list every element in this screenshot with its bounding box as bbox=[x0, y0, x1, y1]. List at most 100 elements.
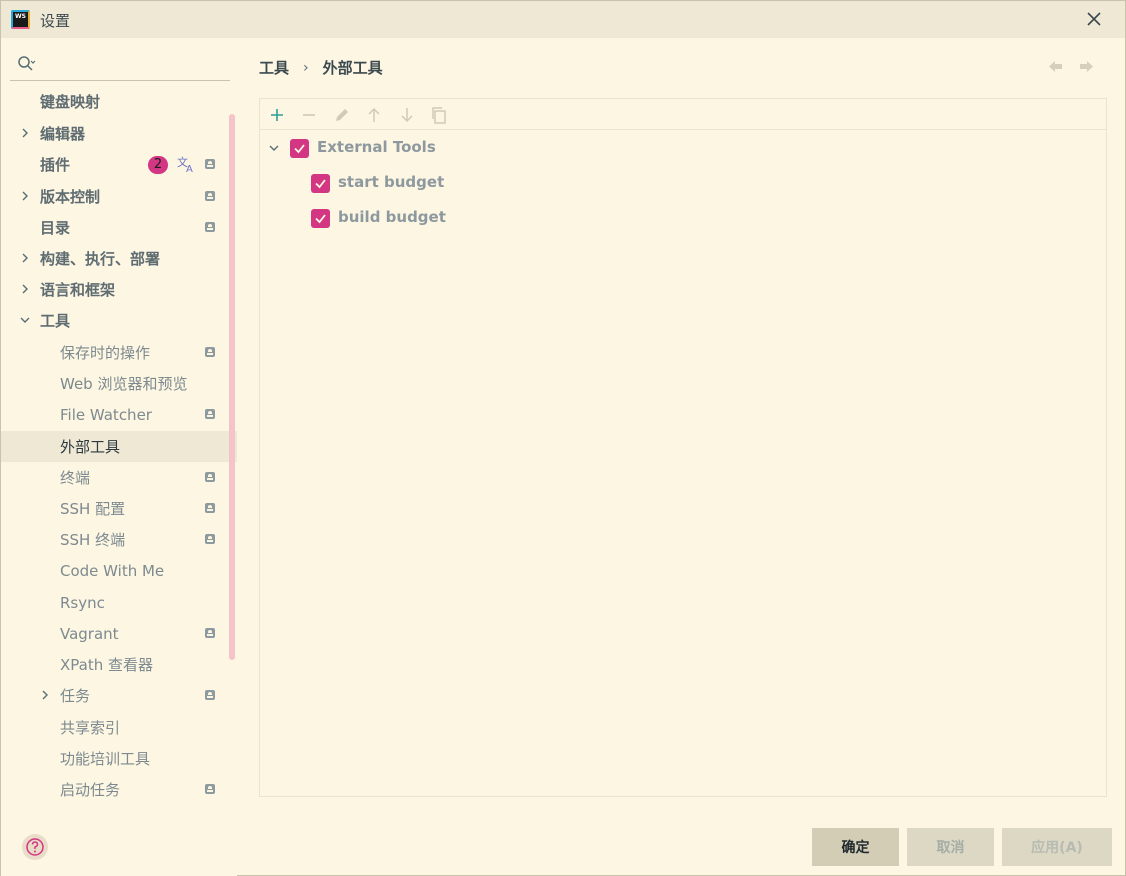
copy-button[interactable] bbox=[429, 105, 449, 125]
sidebar-item-label: Rsync bbox=[60, 593, 105, 612]
project-scope-icon bbox=[205, 690, 215, 700]
sidebar-item-external-tools[interactable]: 外部工具 bbox=[1, 431, 237, 462]
cancel-button[interactable]: 取消 bbox=[907, 828, 994, 866]
chevron-right-icon[interactable] bbox=[19, 190, 31, 202]
settings-window: WS 设置 键盘映射 编辑器 插件 2 文 A 版本控制 目录 构建、执行、部署… bbox=[0, 0, 1126, 876]
tree-item-label: build budget bbox=[338, 208, 446, 226]
sidebar-item-languages-frameworks[interactable]: 语言和框架 bbox=[1, 274, 229, 305]
chevron-right-icon[interactable] bbox=[39, 689, 51, 701]
tree-item-label: start budget bbox=[338, 173, 445, 191]
project-scope-icon bbox=[205, 503, 215, 513]
project-scope-icon bbox=[205, 159, 215, 169]
sidebar-item-label: 终端 bbox=[60, 469, 91, 487]
help-button[interactable] bbox=[22, 834, 48, 860]
edit-button[interactable] bbox=[332, 105, 352, 125]
project-scope-icon bbox=[205, 784, 215, 794]
sidebar-item-file-watchers[interactable]: File Watcher bbox=[1, 399, 229, 430]
sidebar-item-label: XPath 查看器 bbox=[60, 656, 153, 674]
sidebar-item-label: SSH 配置 bbox=[60, 500, 126, 518]
tree-row-build-budget[interactable]: build budget bbox=[260, 204, 1106, 232]
sidebar-item-label: 启动任务 bbox=[60, 781, 121, 799]
arrow-down-icon bbox=[401, 108, 413, 123]
sidebar-item-web-browsers[interactable]: Web 浏览器和预览 bbox=[1, 368, 229, 399]
sidebar-item-label: 编辑器 bbox=[40, 125, 86, 143]
copy-icon bbox=[432, 107, 446, 124]
chevron-right-icon[interactable] bbox=[19, 127, 31, 139]
sidebar-item-build-execution-deployment[interactable]: 构建、执行、部署 bbox=[1, 243, 229, 274]
breadcrumb-parent[interactable]: 工具 bbox=[259, 57, 289, 78]
minus-icon bbox=[303, 114, 315, 116]
sidebar-item-rsync[interactable]: Rsync bbox=[1, 587, 229, 618]
breadcrumb: 工具 › 外部工具 bbox=[259, 57, 383, 78]
external-tools-panel: External Tools start budget build budget bbox=[259, 98, 1107, 797]
sidebar-item-label: 工具 bbox=[40, 312, 71, 330]
plus-icon bbox=[271, 109, 283, 121]
sidebar-item-tools[interactable]: 工具 bbox=[1, 305, 229, 336]
sidebar-item-startup-tasks[interactable]: 启动任务 bbox=[1, 774, 229, 805]
sidebar-item-ssh-terminal[interactable]: SSH 终端 bbox=[1, 524, 229, 555]
translate-icon: 文 A bbox=[177, 155, 193, 174]
move-up-button[interactable] bbox=[364, 105, 384, 125]
sidebar-item-label: 功能培训工具 bbox=[60, 750, 151, 768]
search-box[interactable] bbox=[10, 51, 230, 81]
chevron-down-icon[interactable] bbox=[19, 314, 31, 326]
back-arrow-icon[interactable] bbox=[1047, 58, 1064, 75]
checkmark-icon bbox=[315, 214, 326, 224]
sidebar-item-shared-indexes[interactable]: 共享索引 bbox=[1, 712, 229, 743]
sidebar-item-label: 共享索引 bbox=[60, 719, 121, 737]
close-icon bbox=[1087, 12, 1101, 26]
tools-toolbar bbox=[260, 99, 1106, 130]
app-icon: WS bbox=[11, 10, 30, 29]
start-budget-checkbox[interactable] bbox=[311, 174, 330, 193]
sidebar-item-keymap[interactable]: 键盘映射 bbox=[1, 86, 229, 117]
sidebar-scrollbar[interactable] bbox=[229, 114, 235, 660]
title-bar: WS 设置 bbox=[1, 1, 1125, 38]
sidebar-item-label: Code With Me bbox=[60, 561, 165, 580]
sidebar-item-plugins[interactable]: 插件 2 文 A bbox=[1, 149, 229, 180]
sidebar-item-version-control[interactable]: 版本控制 bbox=[1, 181, 229, 212]
apply-button[interactable]: 应用(A) bbox=[1002, 828, 1112, 866]
window-title: 设置 bbox=[40, 12, 71, 30]
chevron-down-icon[interactable] bbox=[267, 141, 281, 155]
sidebar-item-label: 键盘映射 bbox=[40, 93, 101, 111]
sidebar-item-code-with-me[interactable]: Code With Me bbox=[1, 555, 229, 586]
sidebar-item-terminal[interactable]: 终端 bbox=[1, 462, 229, 493]
external-tools-checkbox[interactable] bbox=[290, 139, 309, 158]
build-budget-checkbox[interactable] bbox=[311, 209, 330, 228]
search-input[interactable] bbox=[40, 51, 230, 79]
tree-item-label: External Tools bbox=[317, 138, 436, 156]
project-scope-icon bbox=[205, 409, 215, 419]
project-scope-icon bbox=[205, 628, 215, 638]
search-icon bbox=[18, 56, 36, 71]
ok-button[interactable]: 确定 bbox=[812, 828, 899, 866]
svg-text:A: A bbox=[186, 164, 193, 174]
sidebar-item-label: 外部工具 bbox=[60, 438, 121, 456]
sidebar-item-label: 语言和框架 bbox=[40, 281, 116, 299]
history-navigation bbox=[1047, 58, 1095, 75]
project-scope-icon bbox=[205, 472, 215, 482]
help-icon bbox=[26, 838, 44, 856]
settings-sidebar: 键盘映射 编辑器 插件 2 文 A 版本控制 目录 构建、执行、部署 语言和框架… bbox=[1, 38, 237, 876]
sidebar-item-directories[interactable]: 目录 bbox=[1, 212, 229, 243]
move-down-button[interactable] bbox=[397, 105, 417, 125]
breadcrumb-separator: › bbox=[303, 59, 309, 76]
sidebar-item-actions-on-save[interactable]: 保存时的操作 bbox=[1, 337, 229, 368]
close-button[interactable] bbox=[1083, 8, 1105, 30]
add-button[interactable] bbox=[267, 105, 287, 125]
sidebar-item-tasks[interactable]: 任务 bbox=[1, 680, 229, 711]
tree-row-start-budget[interactable]: start budget bbox=[260, 169, 1106, 197]
sidebar-item-label: 任务 bbox=[60, 687, 91, 705]
sidebar-item-features-trainer[interactable]: 功能培训工具 bbox=[1, 743, 229, 774]
tree-row-external-tools[interactable]: External Tools bbox=[260, 134, 1106, 162]
sidebar-item-label: 插件 bbox=[40, 156, 71, 174]
sidebar-item-vagrant[interactable]: Vagrant bbox=[1, 618, 229, 649]
sidebar-item-xpath-viewer[interactable]: XPath 查看器 bbox=[1, 649, 229, 680]
sidebar-item-ssh-configurations[interactable]: SSH 配置 bbox=[1, 493, 229, 524]
forward-arrow-icon[interactable] bbox=[1078, 58, 1095, 75]
sidebar-item-label: 目录 bbox=[40, 219, 71, 237]
sidebar-item-editor[interactable]: 编辑器 bbox=[1, 118, 229, 149]
chevron-right-icon[interactable] bbox=[19, 283, 31, 295]
chevron-right-icon[interactable] bbox=[19, 252, 31, 264]
sidebar-item-label: Vagrant bbox=[60, 624, 119, 643]
remove-button[interactable] bbox=[299, 105, 319, 125]
